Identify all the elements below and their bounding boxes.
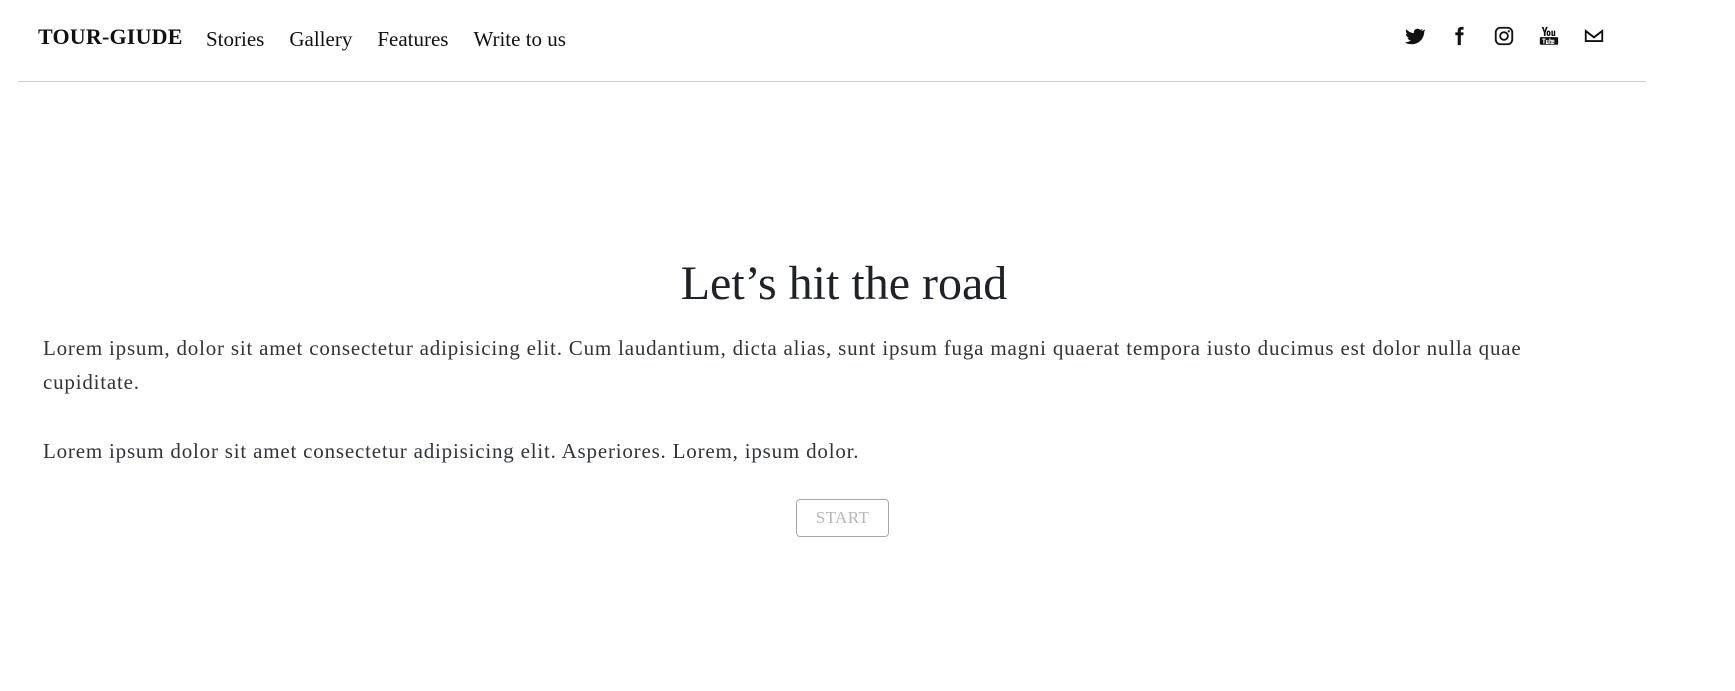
- page: TOUR-GIUDE Stories Gallery Features Writ…: [0, 0, 1735, 691]
- hero-paragraph-2: Lorem ipsum dolor sit amet consectetur a…: [43, 439, 860, 463]
- hero-section: Let’s hit the road Lorem ipsum, dolor si…: [0, 0, 1735, 691]
- start-button[interactable]: START: [796, 499, 889, 537]
- hero-title: Let’s hit the road: [680, 257, 1008, 310]
- hero-paragraph-1: Lorem ipsum, dolor sit amet consectetur …: [43, 336, 1522, 394]
